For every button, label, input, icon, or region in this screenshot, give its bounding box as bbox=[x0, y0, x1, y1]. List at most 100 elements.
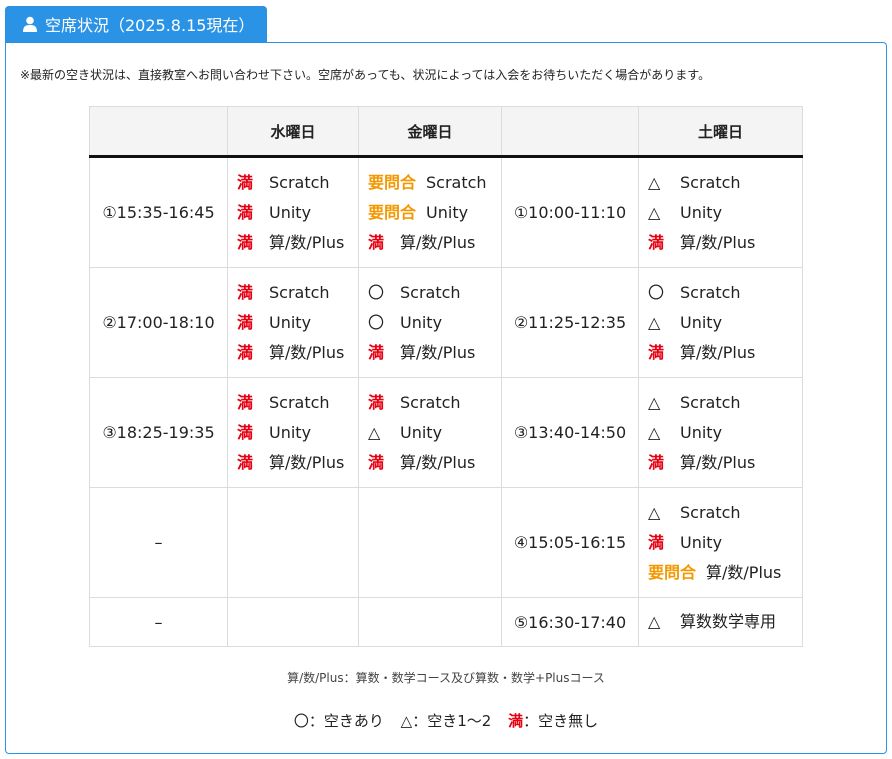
course-name: 算/数/Plus bbox=[400, 452, 476, 472]
status-mark: 要問合 bbox=[368, 172, 417, 192]
status-mark: △ bbox=[648, 392, 661, 412]
status-mark: 満 bbox=[237, 312, 254, 332]
availability-cell-wed bbox=[227, 487, 359, 598]
table-row: ③18:25-19:35 満 Scratch 満 Unity 満算/数/Plus 満 Scra… bbox=[89, 377, 803, 488]
availability-cell-sat: △ Scratch △ Unity 満算/数/Plus bbox=[638, 156, 803, 268]
status-mark: △ bbox=[648, 422, 661, 442]
status-mark: 満 bbox=[237, 232, 254, 252]
course-name: 算数数学専用 bbox=[680, 612, 777, 631]
course-name: 算/数/Plus bbox=[680, 342, 756, 362]
availability-line: 〇 Scratch bbox=[648, 278, 801, 308]
availability-cell-wed: 満 Scratch 満 Unity 満算/数/Plus bbox=[227, 156, 359, 268]
availability-line: △ Unity bbox=[648, 418, 801, 448]
status-mark: 満 bbox=[237, 452, 254, 472]
course-name: Unity bbox=[426, 202, 469, 222]
availability-cell-sat: △ Scratch △ Unity 満算/数/Plus bbox=[638, 377, 803, 488]
legend-few: △：空き1〜2 bbox=[400, 712, 492, 730]
availability-line: △ Scratch bbox=[648, 168, 801, 198]
availability-cell-sat: 〇 Scratch △ Unity 満算/数/Plus bbox=[638, 267, 803, 378]
status-mark: 満 bbox=[237, 202, 254, 222]
course-name: Scratch bbox=[400, 392, 461, 412]
header-cell bbox=[89, 106, 228, 158]
status-mark: 要問合 bbox=[368, 202, 417, 222]
availability-line: 満 Scratch bbox=[237, 388, 357, 418]
status-mark: △ bbox=[648, 312, 661, 332]
course-name: Scratch bbox=[269, 282, 330, 302]
availability-line: 満算/数/Plus bbox=[368, 338, 500, 368]
availability-line: 満算/数/Plus bbox=[648, 338, 801, 368]
user-icon bbox=[23, 16, 37, 32]
availability-cell-fri bbox=[358, 487, 502, 598]
section-title: 空席状況（2025.8.15現在） bbox=[45, 16, 255, 35]
status-mark: 要問合 bbox=[648, 562, 697, 582]
course-name: Scratch bbox=[680, 502, 741, 522]
course-name: Scratch bbox=[426, 172, 487, 192]
course-name: Scratch bbox=[680, 392, 741, 412]
status-mark: 満 bbox=[237, 422, 254, 442]
legend: 〇：空きあり △：空き1〜2 満：空き無し bbox=[0, 710, 892, 731]
availability-line: 満算/数/Plus bbox=[237, 448, 357, 478]
time-slot: ②17:00-18:10 bbox=[89, 267, 228, 378]
notice-text: ※最新の空き状況は、直接教室へお問い合わせ下さい。空席があっても、状況によっては… bbox=[20, 68, 711, 82]
status-mark: △ bbox=[648, 202, 661, 222]
availability-line: △ 算数数学専用 bbox=[648, 607, 801, 637]
availability-line: 満 Unity bbox=[648, 528, 801, 558]
table-row: – ⑤16:30-17:40 △ 算数数学専用 bbox=[89, 597, 803, 647]
course-name: 算/数/Plus bbox=[400, 342, 476, 362]
schedule-table: 水曜日 金曜日 土曜日 ①15:35-16:45 満 Scratch 満 Unity 満算… bbox=[89, 106, 803, 647]
table-row: ①15:35-16:45 満 Scratch 満 Unity 満算/数/Plus 要問合 Sc… bbox=[89, 156, 803, 268]
time-slot: – bbox=[89, 597, 228, 647]
course-name: Unity bbox=[680, 202, 723, 222]
availability-line: △ Scratch bbox=[648, 388, 801, 418]
status-mark: 満 bbox=[368, 232, 385, 252]
availability-cell-wed: 満 Scratch 満 Unity 満算/数/Plus bbox=[227, 377, 359, 488]
status-mark: △ bbox=[648, 612, 661, 631]
time-slot: – bbox=[89, 487, 228, 598]
availability-cell-sat: △ Scratch 満 Unity 要問合 算/数/Plus bbox=[638, 487, 803, 598]
course-name: 算/数/Plus bbox=[680, 452, 756, 472]
availability-cell-wed bbox=[227, 597, 359, 647]
table-row: ②17:00-18:10 満 Scratch 満 Unity 満算/数/Plus 〇 Scra… bbox=[89, 267, 803, 378]
time-slot: ②11:25-12:35 bbox=[501, 267, 639, 378]
availability-line: 満算/数/Plus bbox=[237, 338, 357, 368]
availability-line: △ Unity bbox=[368, 418, 500, 448]
availability-line: 〇 Unity bbox=[368, 308, 500, 338]
availability-line: 満 Unity bbox=[237, 308, 357, 338]
course-name: Unity bbox=[680, 532, 723, 552]
status-mark: 満 bbox=[237, 282, 254, 302]
table-header-row: 水曜日 金曜日 土曜日 bbox=[89, 106, 803, 158]
header-cell bbox=[501, 106, 639, 158]
course-name: Unity bbox=[269, 202, 312, 222]
status-mark: 満 bbox=[648, 342, 665, 362]
status-mark: 満 bbox=[237, 172, 254, 192]
status-mark: △ bbox=[368, 422, 381, 442]
header-cell-wed: 水曜日 bbox=[227, 106, 359, 158]
availability-cell-fri: 要問合 Scratch 要問合 Unity 満算/数/Plus bbox=[358, 156, 502, 268]
course-name: 算/数/Plus bbox=[680, 232, 756, 252]
availability-line: 満算/数/Plus bbox=[368, 228, 500, 258]
status-mark: 満 bbox=[237, 342, 254, 362]
course-name: Scratch bbox=[269, 172, 330, 192]
header-cell-sat: 土曜日 bbox=[638, 106, 803, 158]
table-body: ①15:35-16:45 満 Scratch 満 Unity 満算/数/Plus 要問合 Sc… bbox=[89, 156, 803, 647]
availability-cell-fri: 満 Scratch △ Unity 満算/数/Plus bbox=[358, 377, 502, 488]
availability-line: 要問合 算/数/Plus bbox=[648, 558, 801, 588]
availability-line: 満算/数/Plus bbox=[237, 228, 357, 258]
legend-note: 算/数/Plus：算数・数学コース及び算数・数学+Plusコース bbox=[287, 671, 605, 685]
availability-line: 満 Scratch bbox=[237, 278, 357, 308]
time-slot: ③13:40-14:50 bbox=[501, 377, 639, 488]
course-name: Scratch bbox=[680, 172, 741, 192]
time-slot: ③18:25-19:35 bbox=[89, 377, 228, 488]
availability-cell-fri: 〇 Scratch 〇 Unity 満算/数/Plus bbox=[358, 267, 502, 378]
course-name: Scratch bbox=[269, 392, 330, 412]
course-name: Unity bbox=[269, 312, 312, 332]
status-mark: 〇 bbox=[648, 282, 665, 302]
availability-line: 満 Unity bbox=[237, 198, 357, 228]
availability-line: 要問合 Unity bbox=[368, 198, 500, 228]
legend-full: 満：空き無し bbox=[508, 712, 598, 730]
time-slot: ⑤16:30-17:40 bbox=[501, 597, 639, 647]
course-name: Unity bbox=[400, 422, 443, 442]
availability-line: 〇 Scratch bbox=[368, 278, 500, 308]
course-name: Unity bbox=[680, 312, 723, 332]
availability-line: 要問合 Scratch bbox=[368, 168, 500, 198]
